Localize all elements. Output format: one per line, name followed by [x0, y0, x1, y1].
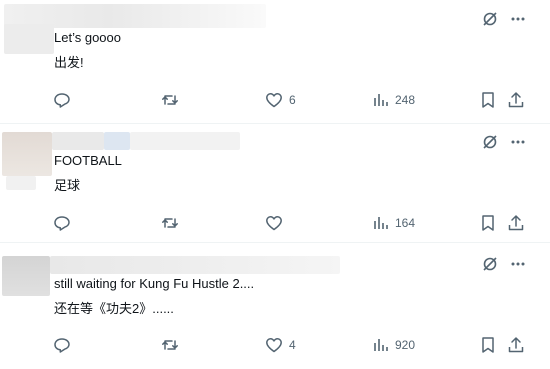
repost-button[interactable]	[161, 335, 179, 355]
like-icon	[266, 93, 282, 108]
bookmark-icon	[482, 92, 494, 108]
like-count: 4	[289, 338, 296, 352]
post-translation: 还在等《功夫2》......	[54, 301, 174, 316]
repost-button[interactable]	[161, 90, 179, 110]
like-button[interactable]	[265, 213, 289, 233]
views-icon	[374, 94, 388, 106]
share-icon	[508, 215, 524, 231]
reply-button[interactable]	[53, 335, 71, 355]
reply-button[interactable]	[53, 213, 71, 233]
redacted-header	[2, 256, 50, 296]
post-translation: 出发!	[54, 55, 84, 70]
more-icon[interactable]	[510, 256, 526, 272]
post-text: Let’s goooo	[54, 30, 121, 45]
share-button[interactable]	[507, 90, 525, 110]
post-text: still waiting for Kung Fu Hustle 2....	[54, 276, 255, 291]
views-icon	[374, 217, 388, 229]
views-button[interactable]: 164	[373, 213, 415, 233]
repost-icon	[162, 95, 178, 105]
reply-button[interactable]	[53, 90, 71, 110]
bookmark-button[interactable]	[480, 90, 496, 110]
redacted-header	[2, 132, 52, 176]
bookmark-icon	[482, 337, 494, 353]
views-count: 920	[395, 338, 416, 352]
post-3[interactable]: still waiting for Kung Fu Hustle 2.... 还…	[0, 242, 550, 369]
translate-icon[interactable]	[482, 11, 498, 27]
translate-icon[interactable]	[482, 134, 498, 150]
reply-icon	[54, 216, 70, 231]
repost-button[interactable]	[161, 213, 179, 233]
share-icon	[508, 337, 524, 353]
views-count: 164	[395, 216, 416, 230]
repost-icon	[162, 340, 178, 350]
views-button[interactable]: 920	[373, 335, 415, 355]
redacted-header	[6, 176, 36, 190]
reply-icon	[54, 93, 70, 108]
like-icon	[266, 216, 282, 231]
share-icon	[508, 92, 524, 108]
reply-icon	[54, 338, 70, 353]
like-icon	[266, 338, 282, 353]
redacted-header	[104, 132, 130, 150]
more-icon[interactable]	[510, 134, 526, 150]
post-text: FOOTBALL	[54, 153, 122, 168]
repost-icon	[162, 218, 178, 228]
views-count: 248	[395, 93, 416, 107]
bookmark-button[interactable]	[480, 213, 496, 233]
share-button[interactable]	[507, 335, 525, 355]
more-icon[interactable]	[510, 11, 526, 27]
redacted-header	[130, 132, 240, 150]
bookmark-icon	[482, 215, 494, 231]
post-2[interactable]: FOOTBALL 足球 164	[0, 124, 550, 242]
bookmark-button[interactable]	[480, 335, 496, 355]
redacted-header	[50, 256, 340, 274]
redacted-header	[52, 132, 104, 150]
redacted-header	[4, 24, 54, 54]
post-1[interactable]: Let’s goooo 出发! 6 248	[0, 0, 550, 124]
like-count: 6	[289, 93, 296, 107]
post-translation: 足球	[54, 178, 81, 193]
like-button[interactable]: 6	[265, 90, 296, 110]
like-button[interactable]: 4	[265, 335, 296, 355]
share-button[interactable]	[507, 213, 525, 233]
translate-icon[interactable]	[482, 256, 498, 272]
views-icon	[374, 339, 388, 351]
views-button[interactable]: 248	[373, 90, 415, 110]
